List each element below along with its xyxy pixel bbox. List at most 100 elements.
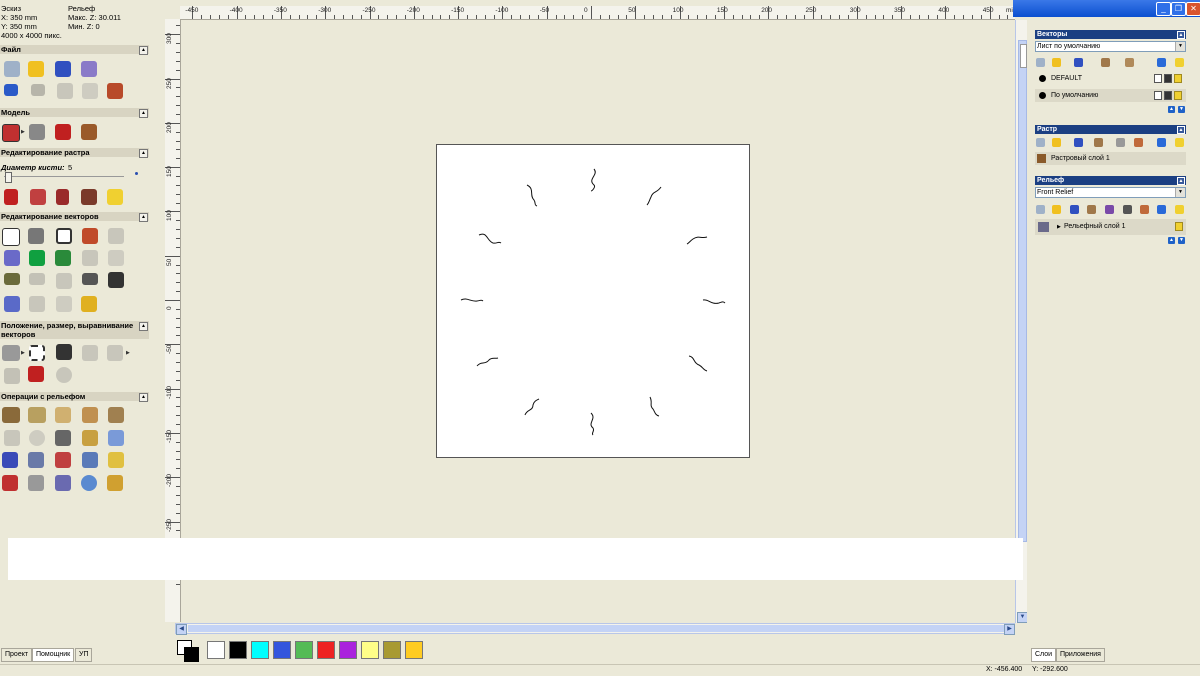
- smooth-relief-icon[interactable]: [55, 452, 71, 468]
- minimize-icon[interactable]: _: [1156, 2, 1171, 16]
- sculpt-icon[interactable]: [4, 430, 20, 446]
- copy-icon[interactable]: [82, 83, 98, 99]
- spin-icon[interactable]: [82, 407, 98, 423]
- color-swatch[interactable]: [251, 641, 269, 659]
- light-bulb-icon[interactable]: [1175, 205, 1184, 214]
- color-swatch[interactable]: [295, 641, 313, 659]
- mirror-relief-icon[interactable]: [55, 475, 71, 491]
- text-icon[interactable]: [82, 228, 98, 244]
- scroll-left-icon[interactable]: ◀: [176, 624, 187, 635]
- scroll-right-icon[interactable]: ▶: [1004, 624, 1015, 635]
- move-up-icon[interactable]: ▲: [1168, 106, 1175, 113]
- new-file-icon[interactable]: [4, 61, 20, 77]
- model-view-icon[interactable]: [29, 124, 45, 140]
- tab-assistant[interactable]: Помощник: [32, 648, 75, 662]
- relief-select[interactable]: Front Relief ▼: [1035, 187, 1186, 198]
- extrude-icon[interactable]: [55, 407, 71, 423]
- delete-layer-icon[interactable]: [1157, 58, 1166, 67]
- join-icon[interactable]: [56, 273, 72, 289]
- distort-icon[interactable]: [28, 366, 44, 382]
- save-layer-icon[interactable]: [1074, 58, 1083, 67]
- light-bulb-icon[interactable]: [1175, 138, 1184, 147]
- section-vector-editing-header[interactable]: Редактирование векторов ▲: [0, 212, 149, 222]
- model-size-icon[interactable]: [2, 124, 20, 142]
- collapse-icon[interactable]: ▲: [139, 213, 148, 222]
- secondary-color-icon[interactable]: [184, 647, 199, 662]
- vector-sheet-select[interactable]: Лист по умолчанию ▼: [1035, 41, 1186, 52]
- arrange-icon[interactable]: [107, 345, 123, 361]
- expand-arrow-icon[interactable]: ▶: [1057, 219, 1061, 235]
- sphere-icon[interactable]: [81, 475, 97, 491]
- collapse-icon[interactable]: ▲: [1177, 31, 1185, 39]
- align-icon[interactable]: [2, 345, 20, 361]
- shape-tools-icon[interactable]: [108, 228, 124, 244]
- open-folder-icon[interactable]: [28, 61, 44, 77]
- measure-icon[interactable]: [56, 296, 72, 312]
- relief-clipart-icon[interactable]: [108, 430, 124, 446]
- vector-layer-row[interactable]: DEFAULT: [1035, 72, 1186, 85]
- horizontal-scroll-thumb[interactable]: [188, 625, 1006, 632]
- restore-icon[interactable]: ❐: [1171, 2, 1186, 16]
- light-bulb-icon[interactable]: [1175, 58, 1184, 67]
- move-up-icon[interactable]: ▲: [1168, 237, 1175, 244]
- merge-layer-icon[interactable]: [1101, 58, 1110, 67]
- raster-header[interactable]: Растр ▲: [1035, 125, 1186, 134]
- weave-icon[interactable]: [82, 452, 98, 468]
- grid-icon[interactable]: [29, 250, 45, 266]
- texture-icon[interactable]: [29, 430, 45, 446]
- bitmap-relief-icon[interactable]: [55, 430, 71, 446]
- offset-relief-icon[interactable]: [82, 430, 98, 446]
- visibility-bulb-icon[interactable]: [1174, 91, 1182, 100]
- collapse-icon[interactable]: ▲: [139, 46, 148, 55]
- color-swatch[interactable]: [229, 641, 247, 659]
- cut-icon[interactable]: [57, 83, 73, 99]
- open-relief-icon[interactable]: [1052, 205, 1061, 214]
- magic-icon[interactable]: [81, 296, 97, 312]
- raster-layer-row[interactable]: Растровый слой 1: [1035, 152, 1186, 165]
- fade-icon[interactable]: [2, 452, 18, 468]
- model-origin-icon[interactable]: [55, 124, 71, 140]
- section-file-header[interactable]: Файл ▲: [0, 45, 149, 55]
- collapse-icon[interactable]: ▲: [139, 149, 148, 158]
- vector-drawing[interactable]: [437, 145, 749, 457]
- visibility-bulb-icon[interactable]: [1174, 74, 1182, 83]
- copy-layer-icon[interactable]: [1125, 58, 1134, 67]
- save-relief-icon[interactable]: [1070, 205, 1079, 214]
- open-layer-icon[interactable]: [1052, 58, 1061, 67]
- color-select-icon[interactable]: [81, 189, 97, 205]
- tab-layers[interactable]: Слои: [1031, 648, 1057, 662]
- visibility-bulb-icon[interactable]: [1175, 222, 1183, 231]
- open-raster-icon[interactable]: [1052, 138, 1061, 147]
- new-raster-icon[interactable]: [1036, 138, 1045, 147]
- curve-icon[interactable]: [29, 273, 45, 285]
- move-down-icon[interactable]: ▼: [1178, 237, 1185, 244]
- vector-layer-row[interactable]: По умолчанию: [1035, 89, 1186, 102]
- bitmap-import-icon[interactable]: [81, 124, 97, 140]
- fill-icon[interactable]: [30, 189, 46, 205]
- color-swatch[interactable]: [339, 641, 357, 659]
- collapse-icon[interactable]: ▲: [139, 322, 148, 331]
- import-icon[interactable]: [81, 61, 97, 77]
- tab-applications[interactable]: Приложения: [1056, 648, 1105, 662]
- redo-icon[interactable]: [31, 84, 45, 96]
- tab-project[interactable]: Проект: [1, 648, 33, 662]
- chevron-down-icon[interactable]: ▼: [1175, 188, 1185, 197]
- vertical-scroll-thumb[interactable]: [1018, 40, 1027, 542]
- new-relief-icon[interactable]: [1036, 205, 1045, 214]
- bitmap-to-vector-icon[interactable]: [107, 189, 123, 205]
- shape-editor-icon[interactable]: [2, 407, 20, 423]
- tilt-icon[interactable]: [28, 452, 44, 468]
- paste-icon[interactable]: [107, 83, 123, 99]
- tab-toolpaths[interactable]: УП: [75, 648, 93, 662]
- raster-copy-icon[interactable]: [1134, 138, 1143, 147]
- save-raster-icon[interactable]: [1074, 138, 1083, 147]
- close-icon[interactable]: ✕: [1186, 2, 1200, 16]
- section-model-header[interactable]: Модель ▲: [0, 108, 149, 118]
- lock-icon[interactable]: [1154, 74, 1162, 83]
- color-swatch[interactable]: [273, 641, 291, 659]
- undo-icon[interactable]: [4, 84, 18, 96]
- pen-icon[interactable]: [1164, 74, 1172, 83]
- vector-edit-icon[interactable]: [4, 250, 20, 266]
- horizontal-scrollbar[interactable]: ◀ ▶: [175, 623, 1015, 635]
- relief-stack-icon[interactable]: [1105, 205, 1114, 214]
